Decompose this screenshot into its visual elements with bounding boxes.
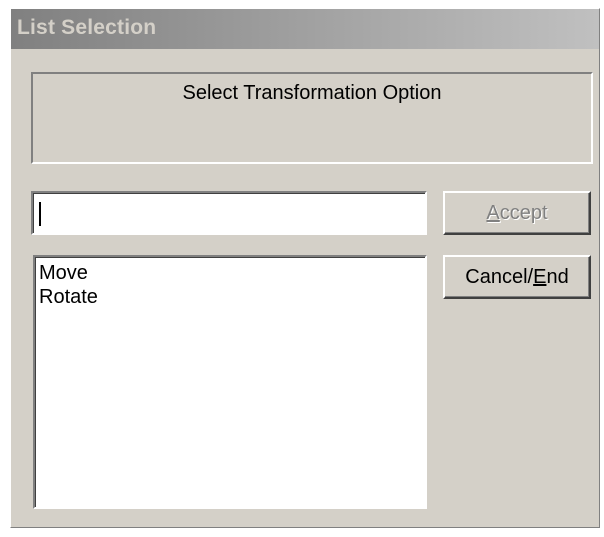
list-item-move[interactable]: Move bbox=[39, 261, 421, 285]
list-selection-dialog: List Selection Select Transformation Opt… bbox=[10, 8, 600, 528]
option-list[interactable]: Move Rotate bbox=[33, 255, 427, 509]
cancel-mnemonic: E bbox=[533, 266, 547, 288]
title-bar[interactable]: List Selection bbox=[11, 9, 599, 49]
accept-label-rest: ccept bbox=[499, 202, 548, 224]
prompt-panel: Select Transformation Option bbox=[31, 72, 593, 164]
accept-button[interactable]: Accept bbox=[443, 191, 591, 235]
cancel-end-button[interactable]: Cancel/End bbox=[443, 255, 591, 299]
text-caret bbox=[39, 202, 41, 226]
accept-mnemonic: A bbox=[486, 202, 500, 224]
selection-input[interactable] bbox=[31, 191, 427, 235]
cancel-label-rest: nd bbox=[546, 266, 569, 288]
cancel-label-prefix: Cancel/ bbox=[465, 266, 534, 288]
accept-button-label: Accept bbox=[486, 202, 547, 224]
window-title: List Selection bbox=[17, 16, 157, 39]
list-item-rotate[interactable]: Rotate bbox=[39, 285, 421, 309]
prompt-text: Select Transformation Option bbox=[182, 82, 442, 104]
